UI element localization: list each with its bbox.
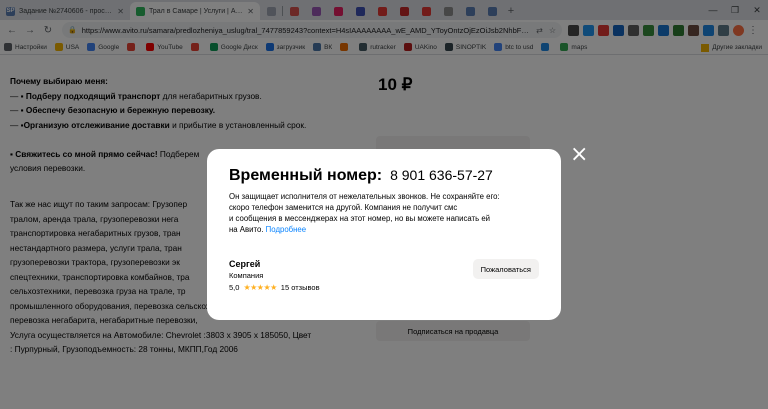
phone-modal: Временный номер: 8 901 636-57-27 Он защи… xyxy=(207,149,561,320)
more-link[interactable]: Подробнее xyxy=(266,225,306,234)
complain-button[interactable]: Пожаловаться xyxy=(472,259,539,279)
close-icon[interactable]: × xyxy=(570,144,588,166)
stars-icon: ★★★★★ xyxy=(243,283,277,292)
phone-number: 8 901 636-57-27 xyxy=(390,167,493,183)
seller-name[interactable]: Сергей xyxy=(229,259,320,269)
seller-type: Компания xyxy=(229,271,264,280)
reviews-link[interactable]: 15 отзывов xyxy=(281,283,320,292)
modal-description: Он защищает исполнителя от нежелательных… xyxy=(229,192,500,234)
seller-rating: 5,0 ★★★★★ 15 отзывов xyxy=(229,283,320,292)
modal-title: Временный номер: 8 901 636-57-27 xyxy=(229,167,493,184)
seller-info[interactable]: Сергей Компания 5,0 ★★★★★ 15 отзывов xyxy=(229,259,320,292)
